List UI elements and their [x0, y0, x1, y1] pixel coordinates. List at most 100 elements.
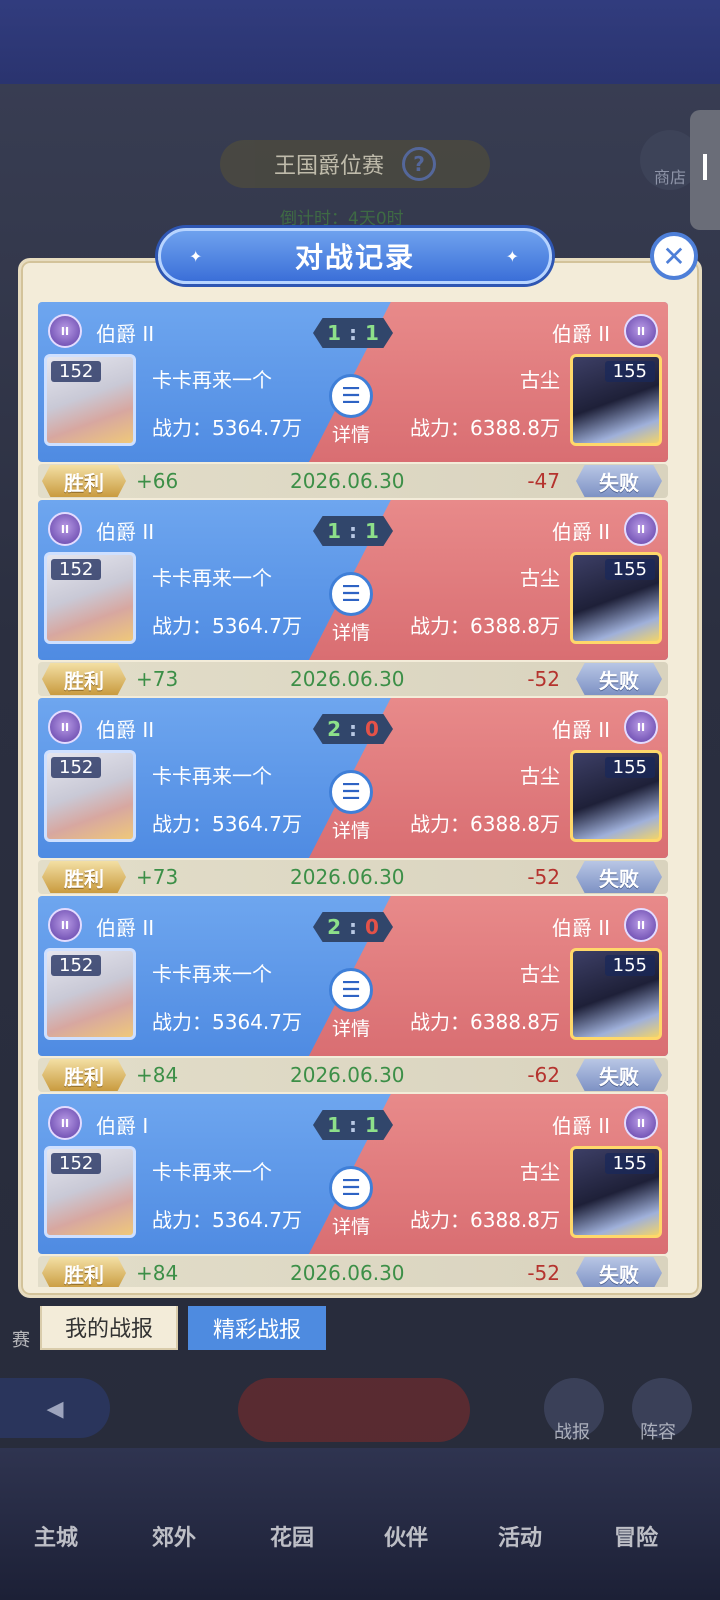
document-icon: ☰ — [329, 374, 373, 418]
opponent-avatar[interactable]: 155 — [570, 948, 662, 1040]
score-right: 0 — [365, 915, 379, 939]
rank-badge-icon: II — [624, 908, 658, 942]
opponent-power: 战力：6388.8万 — [410, 1208, 560, 1232]
match-date: 2026.06.30 — [290, 1261, 405, 1285]
right-rank: 伯爵 II — [551, 520, 610, 544]
side-label: 赛 — [12, 1330, 30, 1351]
lineup-label: 阵容 — [640, 1422, 676, 1443]
detail-button[interactable]: ☰ 详情 — [326, 374, 376, 447]
opponent-avatar[interactable]: 155 — [570, 552, 662, 644]
back-arrow-icon[interactable]: ◂ — [0, 1378, 110, 1438]
opponent-power: 战力：6388.8万 — [410, 614, 560, 638]
player-level: 152 — [51, 559, 102, 580]
opponent-avatar[interactable]: 155 — [570, 750, 662, 842]
nav-activity[interactable]: 活动 — [498, 1520, 542, 1552]
points-lost: -52 — [527, 667, 560, 691]
player-avatar[interactable]: 152 — [44, 750, 136, 842]
player-level: 152 — [51, 1153, 102, 1174]
nav-suburb[interactable]: 郊外 — [152, 1520, 196, 1552]
opponent-power: 战力：6388.8万 — [410, 416, 560, 440]
tab-highlight-reports[interactable]: 精彩战报 — [188, 1306, 326, 1350]
opponent-level: 155 — [604, 361, 655, 382]
win-badge: 胜利 — [42, 861, 126, 893]
event-title-text: 王国爵位赛 — [273, 154, 384, 179]
rank-badge-icon: II — [48, 1106, 82, 1140]
tab-my-reports[interactable]: 我的战报 — [40, 1306, 178, 1350]
lose-badge: 失败 — [576, 663, 662, 695]
countdown: 倒计时：4天0时 — [280, 209, 404, 229]
left-rank: 伯爵 II — [96, 916, 155, 940]
close-icon[interactable]: ✕ — [650, 232, 698, 280]
opponent-avatar[interactable]: 155 — [570, 354, 662, 446]
match-button[interactable] — [238, 1378, 470, 1442]
detail-button[interactable]: ☰ 详情 — [326, 1166, 376, 1239]
opponent-name: 古尘 — [520, 368, 560, 392]
top-banner — [0, 0, 720, 84]
nav-adventure[interactable]: 冒险 — [614, 1520, 658, 1552]
record-card: II 伯爵 I 1 : 1 伯爵 II II 152 卡卡再来一个 战力：536… — [38, 1094, 668, 1254]
rank-badge-icon: II — [624, 1106, 658, 1140]
nav-garden[interactable]: 花园 — [270, 1520, 314, 1552]
score-right: 1 — [365, 519, 379, 543]
detail-button[interactable]: ☰ 详情 — [326, 968, 376, 1041]
rank-badge-icon: II — [48, 710, 82, 744]
lose-badge: 失败 — [576, 1257, 662, 1287]
result-bar: 胜利 +73 2026.06.30 -52 失败 — [38, 662, 668, 696]
document-icon: ☰ — [329, 1166, 373, 1210]
battle-report-label: 战报 — [554, 1422, 590, 1443]
points-lost: -52 — [527, 865, 560, 889]
detail-label: 详情 — [331, 1216, 370, 1238]
points-lost: -52 — [527, 1261, 560, 1285]
player-avatar[interactable]: 152 — [44, 552, 136, 644]
document-icon: ☰ — [329, 770, 373, 814]
match-score: 2 : 0 — [313, 912, 393, 942]
side-pull-tab[interactable] — [690, 110, 720, 230]
shop-label: 商店 — [653, 168, 686, 187]
record-item: II 伯爵 II 1 : 1 伯爵 II II 152 卡卡再来一个 战力：53… — [38, 302, 668, 500]
detail-button[interactable]: ☰ 详情 — [326, 770, 376, 843]
rank-badge-icon: II — [48, 908, 82, 942]
result-bar: 胜利 +73 2026.06.30 -52 失败 — [38, 860, 668, 894]
player-avatar[interactable]: 152 — [44, 354, 136, 446]
player-avatar[interactable]: 152 — [44, 1146, 136, 1238]
opponent-power: 战力：6388.8万 — [410, 1010, 560, 1034]
player-avatar[interactable]: 152 — [44, 948, 136, 1040]
score-left: 1 — [327, 321, 341, 345]
player-name: 卡卡再来一个 — [152, 1160, 272, 1184]
player-name: 卡卡再来一个 — [152, 764, 272, 788]
player-name: 卡卡再来一个 — [152, 566, 272, 590]
rank-badge-icon: II — [624, 710, 658, 744]
opponent-level: 155 — [604, 1153, 655, 1174]
document-icon: ☰ — [329, 572, 373, 616]
player-power: 战力：5364.7万 — [152, 812, 302, 836]
player-power: 战力：5364.7万 — [152, 1208, 302, 1232]
match-date: 2026.06.30 — [290, 865, 405, 889]
player-name: 卡卡再来一个 — [152, 368, 272, 392]
points-lost: -62 — [527, 1063, 560, 1087]
rank-badge-icon: II — [48, 512, 82, 546]
record-card: II 伯爵 II 2 : 0 伯爵 II II 152 卡卡再来一个 战力：53… — [38, 698, 668, 858]
detail-button[interactable]: ☰ 详情 — [326, 572, 376, 645]
right-rank: 伯爵 II — [551, 322, 610, 346]
document-icon: ☰ — [329, 968, 373, 1012]
lose-badge: 失败 — [576, 465, 662, 497]
match-score: 1 : 1 — [313, 1110, 393, 1140]
match-date: 2026.06.30 — [290, 1063, 405, 1087]
score-left: 1 — [327, 519, 341, 543]
right-rank: 伯爵 II — [551, 916, 610, 940]
points-gained: +66 — [136, 469, 179, 493]
player-level: 152 — [51, 361, 102, 382]
nav-partner[interactable]: 伙伴 — [384, 1520, 428, 1552]
score-right: 1 — [365, 1113, 379, 1137]
record-list[interactable]: II 伯爵 II 1 : 1 伯爵 II II 152 卡卡再来一个 战力：53… — [38, 302, 668, 1287]
win-badge: 胜利 — [42, 465, 126, 497]
help-icon[interactable]: ? — [402, 147, 436, 181]
record-card: II 伯爵 II 2 : 0 伯爵 II II 152 卡卡再来一个 战力：53… — [38, 896, 668, 1056]
lose-badge: 失败 — [576, 1059, 662, 1091]
opponent-name: 古尘 — [520, 764, 560, 788]
player-level: 152 — [51, 955, 102, 976]
opponent-name: 古尘 — [520, 1160, 560, 1184]
opponent-avatar[interactable]: 155 — [570, 1146, 662, 1238]
match-date: 2026.06.30 — [290, 667, 405, 691]
nav-main-city[interactable]: 主城 — [34, 1520, 78, 1552]
